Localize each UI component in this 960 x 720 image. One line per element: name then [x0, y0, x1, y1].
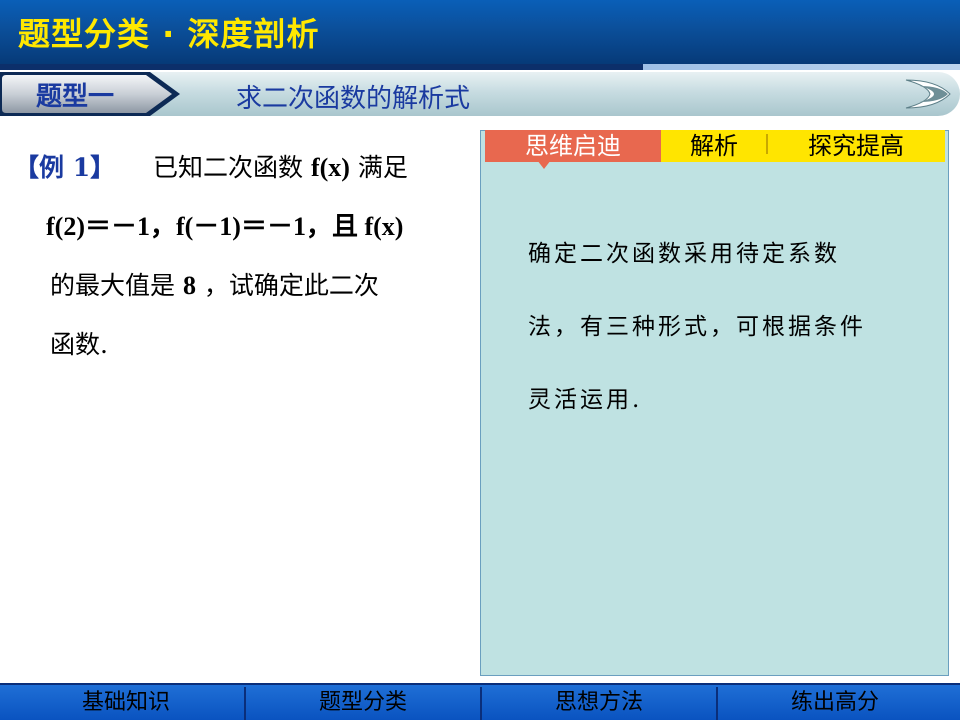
tab-explore-improve[interactable]: 探究提高 — [767, 130, 945, 162]
question-line-4: 函数. — [14, 315, 444, 374]
example-tag: 【例 1】 — [14, 153, 116, 182]
topic-title: 求二次函数的解析式 — [236, 84, 471, 114]
tab-thinking-hint[interactable]: 思维启迪 — [485, 130, 661, 162]
tab-divider — [766, 134, 768, 154]
question-line-3: 的最大值是 8 ，试确定此二次 — [14, 256, 444, 315]
header-bar: 题型分类 · 深度剖析 — [0, 0, 960, 64]
question-conditions: f(2)＝－1，f(－1)＝－1，且 f(x) — [46, 212, 404, 241]
question-text-1: 已知二次函数 — [153, 153, 311, 182]
bottom-nav: 基础知识 题型分类 思想方法 练出高分 — [0, 683, 960, 720]
double-chevron-icon — [905, 79, 951, 109]
topic-bar: 题型一 求二次函数的解析式 — [0, 70, 960, 118]
panel-line-3: 灵活运用. — [528, 387, 643, 413]
question-line-2: f(2)＝－1，f(－1)＝－1，且 f(x) — [14, 197, 444, 256]
question-math-fx: f(x) — [310, 153, 350, 182]
example-question: 【例 1】 已知二次函数 f(x) 满足 f(2)＝－1，f(－1)＝－1，且 … — [14, 138, 444, 374]
question-text-1-end: 满足 — [357, 153, 408, 182]
nav-problem-types[interactable]: 题型分类 — [246, 685, 480, 720]
panel-line-2: 法，有三种形式，可根据条件 — [528, 314, 866, 340]
nav-thinking-methods[interactable]: 思想方法 — [482, 685, 716, 720]
panel-line-1: 确定二次函数采用待定系数 — [528, 241, 840, 267]
header-title: 题型分类 · 深度剖析 — [18, 15, 320, 53]
nav-practice[interactable]: 练出高分 — [718, 685, 952, 720]
tab-analysis[interactable]: 解析 — [661, 130, 767, 162]
nav-basic-knowledge[interactable]: 基础知识 — [8, 685, 244, 720]
active-tab-pointer — [537, 160, 551, 169]
panel-tab-bar: 思维启迪 解析 探究提高 — [481, 130, 945, 169]
question-max-value: 8 — [182, 271, 196, 300]
question-text-3a: 的最大值是 — [50, 271, 183, 300]
question-text-4: 函数. — [50, 330, 108, 359]
question-text-3b: ，试确定此二次 — [203, 271, 379, 300]
question-line-1: 【例 1】 已知二次函数 f(x) 满足 — [14, 138, 444, 197]
topic-tab-label: 题型一 — [36, 82, 115, 112]
panel-content: 确定二次函数采用待定系数 法，有三种形式，可根据条件 灵活运用. — [528, 218, 918, 437]
